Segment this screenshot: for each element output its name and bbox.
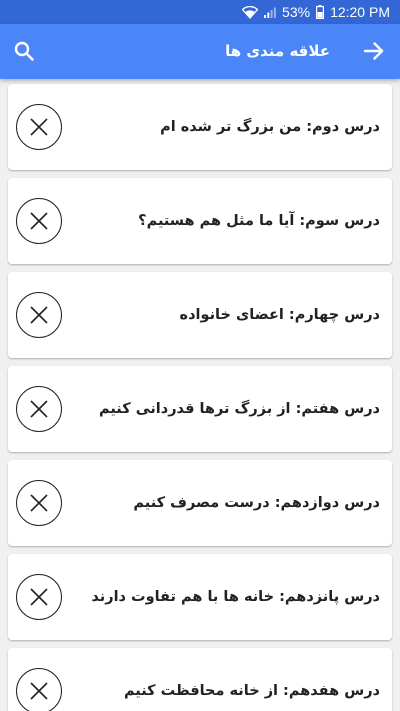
lesson-title: درس سوم: آیا ما مثل هم هستیم؟: [138, 213, 380, 229]
app-bar: علاقه مندی ها: [0, 24, 400, 79]
close-icon: [30, 212, 48, 230]
lesson-card[interactable]: درس دوم: من بزرگ تر شده ام: [8, 84, 392, 170]
signal-icon: [264, 7, 276, 18]
lesson-card[interactable]: درس هفدهم: از خانه محافظت کنیم: [8, 648, 392, 711]
lesson-title: درس پانزدهم: خانه ها با هم تفاوت دارند: [91, 589, 380, 605]
lesson-card[interactable]: درس سوم: آیا ما مثل هم هستیم؟: [8, 178, 392, 264]
lesson-card[interactable]: درس چهارم: اعضای خانواده: [8, 272, 392, 358]
close-icon: [30, 306, 48, 324]
lesson-card[interactable]: درس دوازدهم: درست مصرف کنیم: [8, 460, 392, 546]
lesson-title: درس هفتم: از بزرگ ترها قدردانی کنیم: [99, 401, 380, 417]
remove-favorite-button[interactable]: [16, 668, 62, 711]
lesson-card[interactable]: درس پانزدهم: خانه ها با هم تفاوت دارند: [8, 554, 392, 640]
battery-icon: [316, 5, 325, 19]
close-icon: [30, 494, 48, 512]
lesson-card[interactable]: درس هفتم: از بزرگ ترها قدردانی کنیم: [8, 366, 392, 452]
close-icon: [30, 118, 48, 136]
page-title: علاقه مندی ها: [225, 42, 330, 60]
lesson-title: درس دوازدهم: درست مصرف کنیم: [133, 495, 380, 511]
remove-favorite-button[interactable]: [16, 198, 62, 244]
status-bar: 53% 12:20 PM: [0, 0, 400, 24]
close-icon: [30, 588, 48, 606]
remove-favorite-button[interactable]: [16, 386, 62, 432]
favorites-list: درس دوم: من بزرگ تر شده ام درس سوم: آیا …: [8, 84, 392, 711]
status-time: 12:20 PM: [330, 4, 390, 20]
remove-favorite-button[interactable]: [16, 480, 62, 526]
battery-percent: 53%: [282, 4, 311, 20]
close-icon: [30, 682, 48, 700]
arrow-forward-icon: [363, 42, 384, 60]
search-icon: [14, 41, 34, 61]
lesson-title: درس هفدهم: از خانه محافظت کنیم: [123, 683, 380, 699]
lesson-title: درس چهارم: اعضای خانواده: [179, 307, 380, 323]
close-icon: [30, 400, 48, 418]
remove-favorite-button[interactable]: [16, 104, 62, 150]
remove-favorite-button[interactable]: [16, 292, 62, 338]
search-button[interactable]: [12, 39, 36, 63]
remove-favorite-button[interactable]: [16, 574, 62, 620]
lesson-title: درس دوم: من بزرگ تر شده ام: [160, 119, 380, 135]
wifi-icon: [242, 5, 259, 19]
back-button[interactable]: [362, 39, 386, 63]
